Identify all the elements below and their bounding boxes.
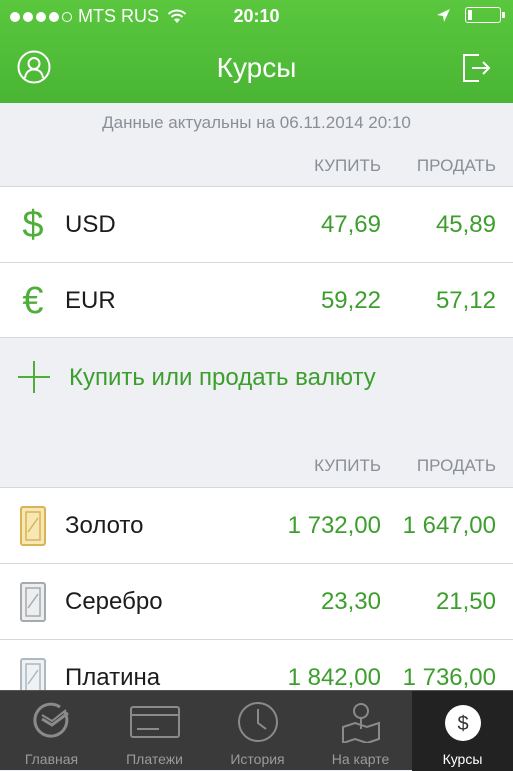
sell-rate: 57,12 xyxy=(435,287,496,314)
map-pin-icon xyxy=(341,703,380,743)
buy-column-label: КУПИТЬ xyxy=(314,456,381,475)
plus-icon xyxy=(18,361,50,393)
metals-column-header: КУПИТЬ ПРОДАТЬ xyxy=(0,456,513,486)
sber-logo-icon xyxy=(32,702,69,738)
sell-column-label: ПРОДАТЬ xyxy=(416,456,496,475)
sell-rate: 45,89 xyxy=(435,211,496,238)
dollar-coin-icon: $ xyxy=(444,705,481,741)
buy-rate: 23,30 xyxy=(320,588,381,615)
buy-sell-currency-label: Купить или продать валюту xyxy=(69,364,376,391)
buy-rate: 1 842,00 xyxy=(287,664,381,691)
svg-text:$: $ xyxy=(457,713,468,735)
data-updated-text: Данные актуальны на 06.11.2014 20:10 xyxy=(102,113,411,132)
buy-column-label: КУПИТЬ xyxy=(314,156,381,175)
currency-row-usd[interactable]: $ USD 47,69 45,89 xyxy=(0,186,513,262)
euro-icon: € xyxy=(22,279,44,322)
clock-icon xyxy=(237,702,278,742)
tab-payments[interactable]: Платежи xyxy=(103,691,206,771)
tab-label: История xyxy=(230,751,285,767)
sell-rate: 21,50 xyxy=(435,588,496,615)
header-bar: MTS RUS 20:10 Курсы xyxy=(0,0,513,103)
buy-rate: 59,22 xyxy=(320,287,381,314)
tab-home[interactable]: Главная xyxy=(0,691,103,771)
tab-history[interactable]: История xyxy=(206,691,309,771)
metal-name: Золото xyxy=(65,512,144,539)
metal-name: Серебро xyxy=(65,588,163,615)
tab-bar: Главная Платежи История На карте $ Курсы xyxy=(0,690,513,771)
sell-column-label: ПРОДАТЬ xyxy=(416,156,496,175)
sell-rate: 1 736,00 xyxy=(402,664,496,691)
tab-label: Главная xyxy=(24,751,79,767)
metal-row-gold[interactable]: Золото 1 732,00 1 647,00 xyxy=(0,487,513,563)
silver-bar-icon xyxy=(20,582,46,622)
tab-label: Платежи xyxy=(126,751,183,767)
currency-name: USD xyxy=(65,211,116,238)
metal-row-silver[interactable]: Серебро 23,30 21,50 xyxy=(0,563,513,639)
location-arrow-icon xyxy=(437,8,450,22)
status-bar: MTS RUS 20:10 xyxy=(0,0,513,34)
battery-icon xyxy=(465,7,505,23)
sell-rate: 1 647,00 xyxy=(402,512,496,539)
buy-sell-currency-button[interactable]: Купить или продать валюту xyxy=(0,341,513,415)
tab-map[interactable]: На карте xyxy=(309,691,412,771)
currency-name: EUR xyxy=(65,287,116,314)
page-title: Курсы xyxy=(216,52,297,83)
gold-bar-icon xyxy=(20,506,46,546)
tab-label: На карте xyxy=(331,751,390,767)
metal-name: Платина xyxy=(65,664,161,691)
dollar-icon: $ xyxy=(22,203,44,246)
currency-column-header: КУПИТЬ ПРОДАТЬ xyxy=(0,156,513,186)
tab-label: Курсы xyxy=(442,751,483,767)
buy-rate: 47,69 xyxy=(320,211,381,238)
card-icon xyxy=(129,706,180,738)
tab-rates[interactable]: $ Курсы xyxy=(412,691,513,771)
buy-rate: 1 732,00 xyxy=(287,512,381,539)
logout-icon[interactable] xyxy=(461,52,491,84)
currency-row-eur[interactable]: € EUR 59,22 57,12 xyxy=(0,262,513,338)
